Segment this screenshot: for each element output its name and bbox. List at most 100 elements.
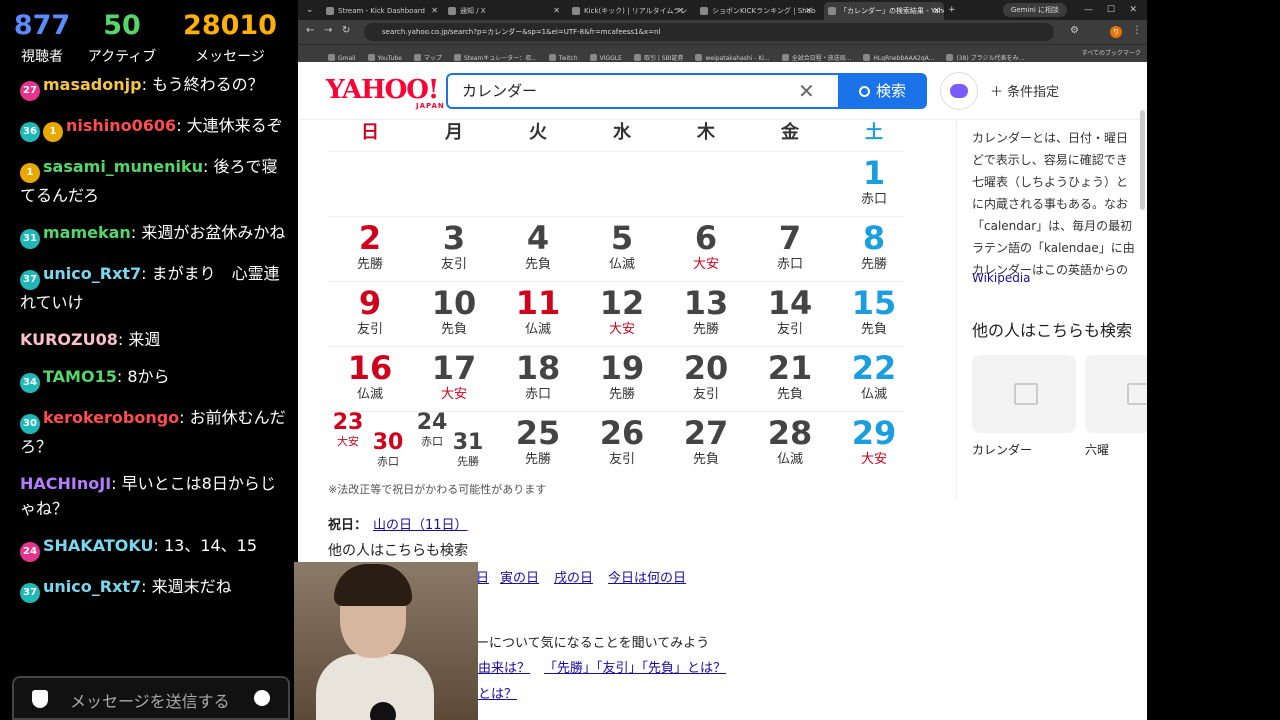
calendar-day[interactable]: 15 先負 [832, 284, 916, 349]
calendar-day[interactable]: 3 友引 [412, 219, 496, 284]
calendar-day[interactable]: 25 先勝 [496, 414, 580, 479]
tab-close-icon[interactable]: ✕ [933, 2, 940, 20]
chat-username[interactable]: HACHInoJI [20, 474, 111, 493]
calendar-day[interactable]: 12 大安 [580, 284, 664, 349]
new-tab-button[interactable]: + [948, 0, 956, 20]
calendar-day[interactable]: 20 友引 [664, 349, 748, 414]
profile-avatar[interactable]: り [1110, 26, 1122, 38]
yahoo-logo[interactable]: YAHOO! [326, 77, 439, 103]
browser-tab[interactable]: ショボンKICKランキング | Shobon ✕ [696, 2, 816, 20]
calendar-day[interactable]: 23 大安 [328, 411, 368, 449]
chat-input[interactable]: メッセージを送信する [12, 676, 290, 720]
all-bookmarks[interactable]: すべてのブックマーク [1082, 45, 1141, 62]
image-placeholder-icon[interactable] [972, 355, 1076, 433]
browser-tab[interactable]: 「カレンダー」の検索結果 - Yahoo! ✕ [824, 2, 944, 20]
search-button-label: 検索 [875, 82, 906, 100]
clear-icon[interactable]: ✕ [798, 73, 815, 109]
related-link[interactable]: 今日は何の日 [608, 567, 686, 586]
bookmark-item[interactable]: Twitch [549, 50, 578, 62]
bookmark-item[interactable]: Steamキュレーター：収... [454, 50, 537, 62]
forward-icon[interactable]: → [324, 25, 332, 36]
calendar-day[interactable]: 22 仏滅 [832, 349, 916, 414]
calendar-day[interactable]: 28 仏滅 [748, 414, 832, 479]
calendar-day[interactable]: 30 赤口 [368, 431, 408, 469]
calendar-day[interactable]: 4 先負 [496, 219, 580, 284]
tab-close-icon[interactable]: ✕ [553, 2, 560, 20]
panel-item-label[interactable]: 六曜 [1085, 441, 1109, 458]
faq-link[interactable]: 「先勝」「友引」「先負」とは？ [544, 657, 726, 676]
bookmark-item[interactable]: Gmail [328, 50, 356, 62]
scrollbar[interactable] [1140, 110, 1145, 210]
image-placeholder-icon[interactable] [1085, 355, 1147, 433]
wikipedia-link[interactable]: Wikipedia [972, 271, 1031, 285]
bookmark-item[interactable]: 取引 | SBI証券 [634, 50, 684, 62]
browser-tab[interactable]: Stream - Kick Dashboard ✕ [322, 2, 442, 20]
maximize-button[interactable]: ☐ [1107, 0, 1115, 20]
chat-username[interactable]: nishino0606 [66, 116, 176, 135]
faq-link[interactable]: とは？ [478, 683, 517, 702]
calendar-day[interactable]: 21 先負 [748, 349, 832, 414]
reload-icon[interactable]: ↻ [342, 25, 350, 36]
calendar-day[interactable]: 10 先負 [412, 284, 496, 349]
emoji-icon[interactable] [254, 690, 270, 706]
calendar-day[interactable]: 27 先負 [664, 414, 748, 479]
menu-icon[interactable]: ⋮ [1132, 25, 1142, 36]
gemini-button[interactable]: Gemini に相談 [1002, 3, 1067, 17]
bookmark-item[interactable]: (38) ブラジル代表をみ... [946, 50, 1024, 62]
chat-username[interactable]: mamekan [43, 223, 131, 242]
calendar-day[interactable]: 17 大安 [412, 349, 496, 414]
calendar-day[interactable]: 16 仏滅 [328, 349, 412, 414]
browser-tab[interactable]: 通知 / X ✕ [444, 2, 564, 20]
tab-close-icon[interactable]: ✕ [431, 2, 438, 20]
bookmark-item[interactable]: VIGGLE [590, 50, 622, 62]
related-link[interactable]: 寅の日 [500, 567, 539, 586]
calendar-day[interactable]: 26 友引 [580, 414, 664, 479]
chat-username[interactable]: masadonjp [43, 75, 142, 94]
chat-username[interactable]: KUROZU08 [20, 330, 118, 349]
calendar-day[interactable]: 11 仏滅 [496, 284, 580, 349]
tab-search-icon[interactable]: ⌄ [306, 0, 314, 20]
calendar-day[interactable]: 19 先勝 [580, 349, 664, 414]
search-input[interactable]: カレンダー [446, 73, 838, 109]
tab-close-icon[interactable]: ✕ [677, 2, 684, 20]
chat-username[interactable]: sasami_muneniku [43, 157, 203, 176]
calendar-day[interactable]: 7 赤口 [748, 219, 832, 284]
bookmark-item[interactable]: 全試合日程・放送局... [782, 50, 852, 62]
calendar-day[interactable]: 9 友引 [328, 284, 412, 349]
calendar-day[interactable]: 14 友引 [748, 284, 832, 349]
calendar-day[interactable]: 2 先勝 [328, 219, 412, 284]
calendar-day[interactable]: 6 大安 [664, 219, 748, 284]
browser-tab[interactable]: Kick(キック) | リアルタイムランキング✕ [568, 2, 688, 20]
shield-icon[interactable] [32, 690, 48, 708]
search-button[interactable]: 検索 [838, 73, 927, 109]
conditions-button[interactable]: ＋ 条件指定 [990, 81, 1059, 100]
minimize-button[interactable]: — [1084, 0, 1093, 20]
calendar-day[interactable]: 8 先勝 [832, 219, 916, 284]
url-bar[interactable]: search.yahoo.co.jp/search?p=カレンダー&sp=1&e… [364, 23, 1054, 41]
close-window-button[interactable]: ✕ [1129, 0, 1137, 20]
calendar-day[interactable]: 29 大安 [832, 414, 916, 479]
back-icon[interactable]: ← [306, 25, 314, 36]
extensions-icon[interactable]: ⚙ [1070, 25, 1079, 36]
chat-username[interactable]: TAMO15 [43, 367, 117, 386]
chat-username[interactable]: unico_Rxt7 [43, 264, 141, 283]
bookmark-item[interactable]: マップ [414, 50, 442, 62]
calendar-day[interactable]: 31 先勝 [448, 431, 488, 469]
bookmark-item[interactable]: weipatakahashi - Ki... [695, 50, 769, 62]
calendar-day[interactable]: 18 赤口 [496, 349, 580, 414]
panel-item-label[interactable]: カレンダー [972, 441, 1032, 458]
chat-username[interactable]: unico_Rxt7 [43, 577, 141, 596]
calendar-day[interactable]: 5 仏滅 [580, 219, 664, 284]
faq-link[interactable]: 由来は？ [478, 657, 530, 676]
chat-username[interactable]: SHAKATOKU [43, 536, 153, 555]
chat-username[interactable]: kerokerobongo [43, 408, 179, 427]
related-link[interactable]: 戌の日 [554, 567, 593, 586]
tab-close-icon[interactable]: ✕ [805, 2, 812, 20]
calendar-day[interactable]: 13 先勝 [664, 284, 748, 349]
bookmark-item[interactable]: HLqRnebbAAA2qA... [863, 50, 934, 62]
calendar-day[interactable]: 24 赤口 [412, 411, 452, 449]
assistant-icon[interactable] [940, 72, 978, 110]
holiday-link[interactable]: 山の日（11日） [373, 518, 468, 533]
bookmark-item[interactable]: YouTube [368, 50, 402, 62]
calendar-day[interactable]: 1 赤口 [832, 154, 916, 219]
